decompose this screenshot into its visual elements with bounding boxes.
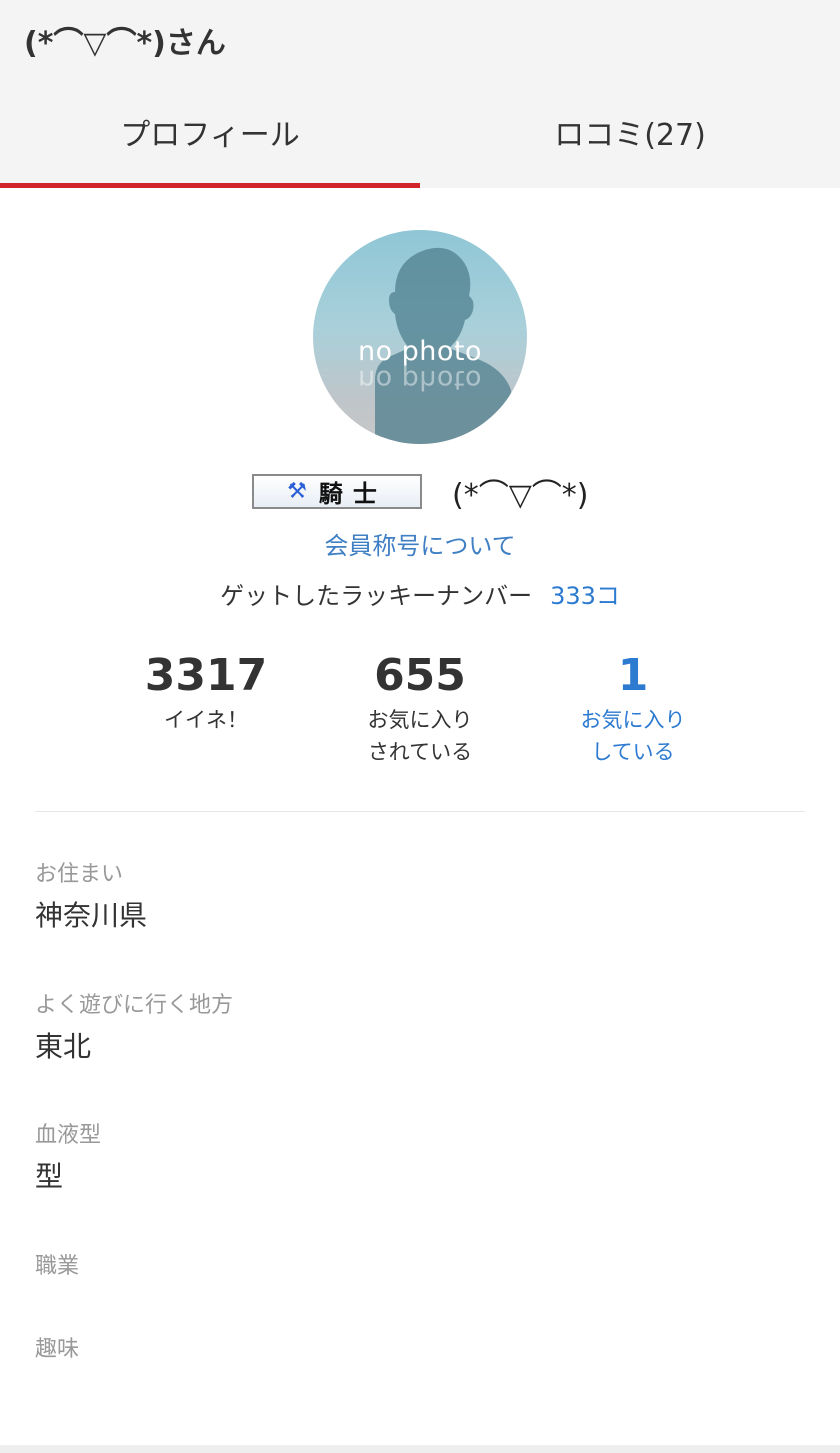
stat-likes: 3317 イイネ！: [106, 648, 306, 736]
rank-badge: ⚒ 騎士: [252, 474, 422, 509]
stat-favoriting-label-line2[interactable]: している: [533, 736, 733, 768]
tab-profile[interactable]: プロフィール: [0, 86, 420, 188]
stat-favorited-label: お気に入り: [367, 708, 473, 732]
lucky-number-label: ゲットしたラッキーナンバー: [220, 582, 533, 610]
field-hobby: 趣味: [35, 1335, 79, 1371]
stat-favoriting-label[interactable]: お気に入り: [533, 704, 733, 736]
field-residence: お住まい 神奈川県: [35, 860, 147, 936]
field-hobby-label: 趣味: [35, 1337, 80, 1362]
stat-likes-label: イイネ！: [164, 708, 248, 732]
field-residence-label: お住まい: [35, 862, 124, 887]
field-region-value: 東北: [35, 1030, 92, 1063]
field-blood-type-label: 血液型: [35, 1123, 102, 1148]
stat-favorited-label-line2: されている: [367, 740, 473, 764]
tab-reviews[interactable]: ロコミ(27): [420, 86, 840, 188]
lucky-number-row: ゲットしたラッキーナンバー 333コ: [0, 576, 840, 611]
avatar: no photo no photo: [313, 230, 527, 444]
stat-favorited: 655 お気に入り されている: [320, 648, 520, 768]
rank-row: ⚒ 騎士 (*⌒▽⌒*): [0, 474, 840, 513]
section-divider: [35, 811, 805, 812]
field-blood-type: 血液型 型: [35, 1121, 101, 1197]
rank-label: 騎士: [318, 480, 387, 508]
lucky-number-value[interactable]: 333コ: [550, 582, 620, 610]
bottom-edge: [0, 1445, 840, 1453]
tab-bar: プロフィール ロコミ(27): [0, 86, 840, 188]
stat-favoriting[interactable]: 1 お気に入り している: [533, 648, 733, 768]
stat-favoriting-value[interactable]: 1: [533, 648, 733, 704]
avatar-placeholder-text: no photo: [357, 336, 483, 367]
page-title: (*⌒▽⌒*)さん: [24, 26, 226, 61]
user-nickname: (*⌒▽⌒*): [452, 478, 589, 513]
field-occupation-label: 職業: [35, 1254, 80, 1279]
stats-row: 3317 イイネ！ 655 お気に入り されている 1 お気に入り している: [0, 648, 840, 778]
stat-likes-value: 3317: [144, 650, 268, 701]
field-occupation: 職業: [35, 1252, 79, 1288]
page-header: (*⌒▽⌒*)さん プロフィール ロコミ(27): [0, 0, 840, 188]
avatar-placeholder-reflection: no photo: [357, 364, 483, 395]
field-region-label: よく遊びに行く地方: [35, 993, 234, 1018]
field-region: よく遊びに行く地方 東北: [35, 991, 233, 1067]
field-blood-type-value: 型: [35, 1160, 64, 1193]
crossed-axes-icon: ⚒: [287, 478, 307, 504]
stat-favorited-value: 655: [374, 650, 466, 701]
rank-info-link[interactable]: 会員称号について: [0, 526, 840, 561]
field-residence-value: 神奈川県: [35, 899, 148, 932]
